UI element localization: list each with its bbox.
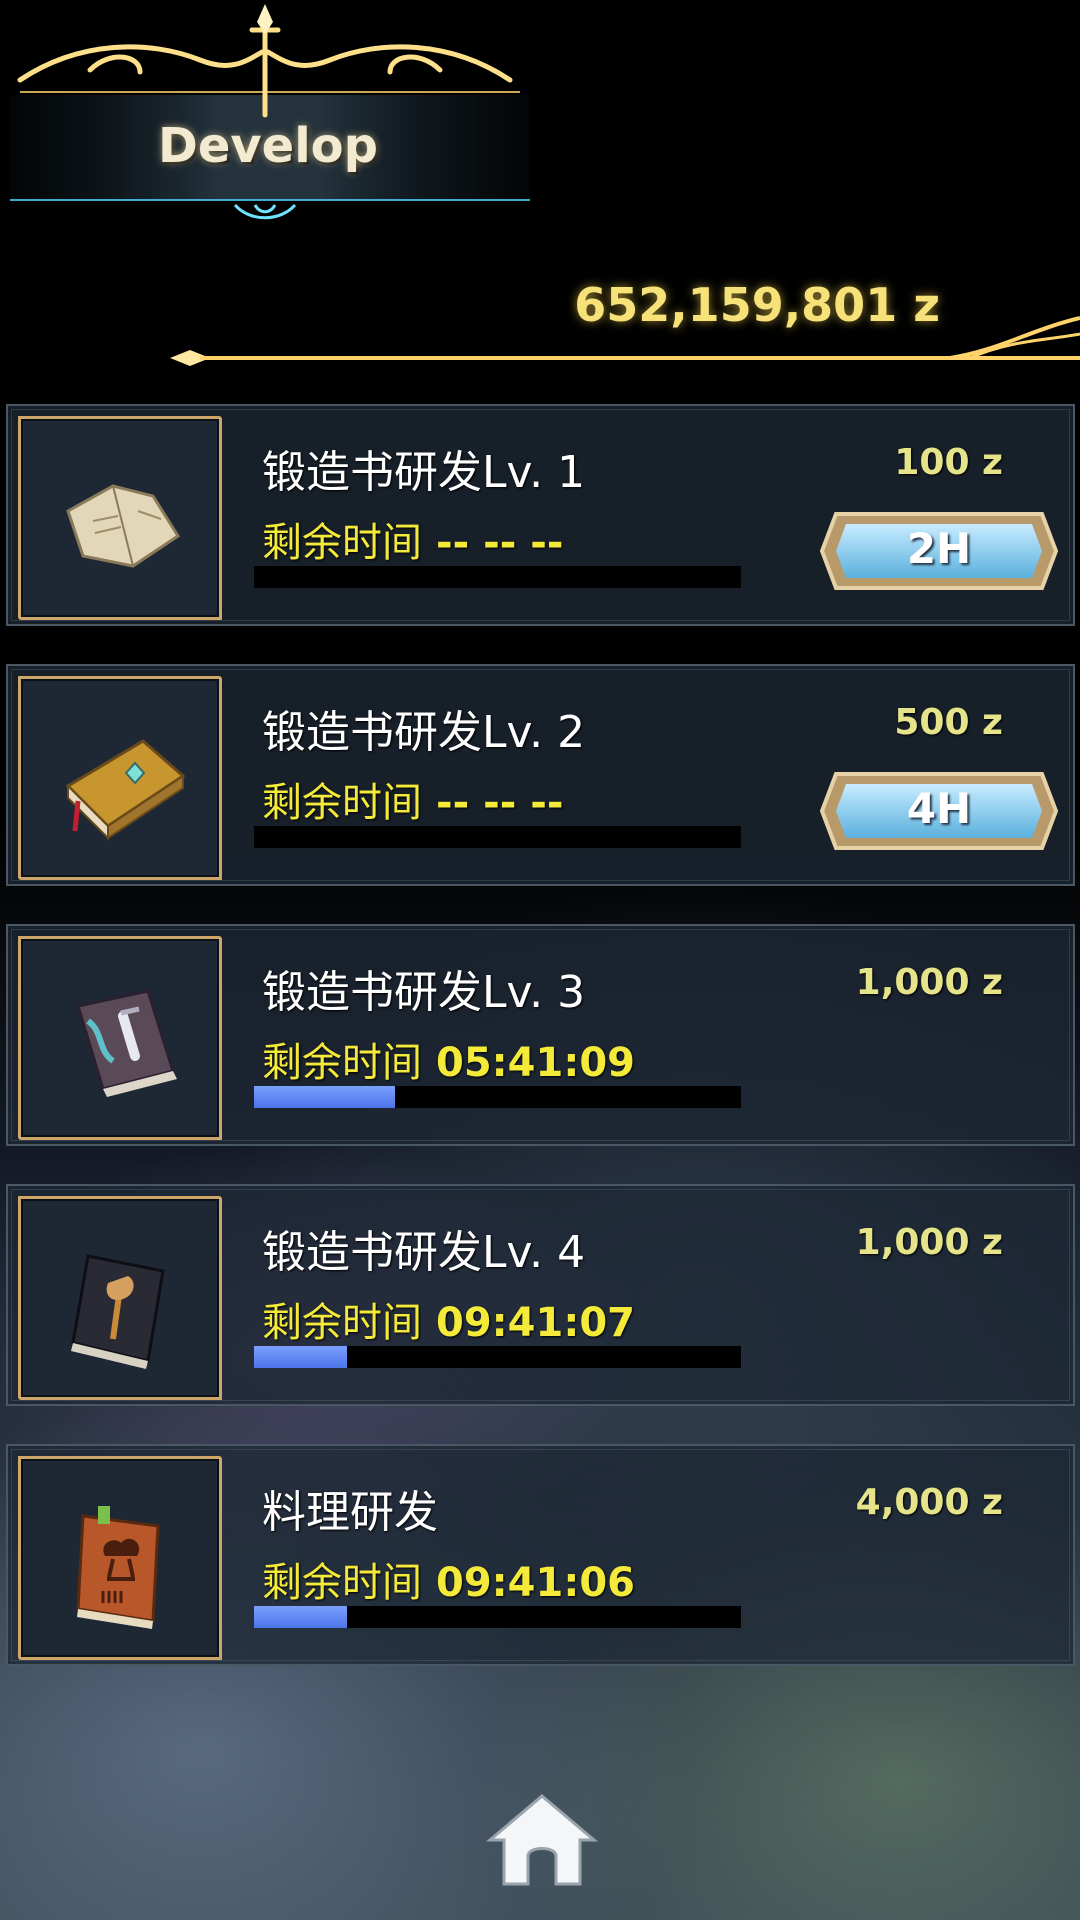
research-cost: 500 z — [894, 702, 1003, 743]
page-title: Develop — [157, 118, 379, 174]
golden-book-icon — [65, 739, 186, 841]
home-icon — [485, 1794, 599, 1886]
progress-bar — [254, 566, 741, 588]
axe-book-icon — [71, 1254, 165, 1369]
research-title: 锻造书研发Lv. 1 — [262, 447, 586, 498]
research-cost: 100 z — [894, 442, 1003, 483]
research-cost: 4,000 z — [855, 1482, 1003, 1523]
research-title: 锻造书研发Lv. 4 — [262, 1227, 586, 1278]
remaining-time: 剩余时间 09:41:06 — [262, 1560, 635, 1606]
sword-book-icon — [76, 989, 177, 1097]
progress-bar — [254, 1606, 741, 1628]
research-row-forge-lv4: 锻造书研发Lv. 4 剩余时间 09:41:07 1,000 z — [6, 1184, 1075, 1406]
research-title: 锻造书研发Lv. 3 — [262, 967, 586, 1018]
research-cost: 1,000 z — [855, 962, 1003, 1003]
item-frame — [18, 676, 222, 880]
title-plaque: Develop — [0, 0, 530, 230]
research-row-forge-lv3: 锻造书研发Lv. 3 剩余时间 05:41:09 1,000 z — [6, 924, 1075, 1146]
research-title: 料理研发 — [262, 1487, 438, 1538]
progress-bar — [254, 1346, 741, 1368]
start-research-button[interactable]: 4H — [816, 762, 1062, 860]
research-title: 锻造书研发Lv. 2 — [262, 707, 586, 758]
home-button[interactable] — [484, 1790, 600, 1890]
progress-bar — [254, 1086, 741, 1108]
research-row-cooking: 料理研发 剩余时间 09:41:06 4,000 z — [6, 1444, 1075, 1666]
research-row-forge-lv1: 锻造书研发Lv. 1 剩余时间 -- -- -- 100 z 2H — [6, 404, 1075, 626]
remaining-time: 剩余时间 -- -- -- — [262, 780, 564, 826]
currency-amount: 652,159,801 z — [574, 278, 940, 332]
remaining-time: 剩余时间 09:41:07 — [262, 1300, 635, 1346]
remaining-time: 剩余时间 05:41:09 — [262, 1040, 635, 1086]
progress-fill — [254, 1606, 347, 1628]
progress-bar — [254, 826, 741, 848]
item-frame — [18, 1456, 222, 1660]
research-row-forge-lv2: 锻造书研发Lv. 2 剩余时间 -- -- -- 500 z 4H — [6, 664, 1075, 886]
item-frame — [18, 416, 222, 620]
remaining-time: 剩余时间 -- -- -- — [262, 520, 564, 566]
progress-fill — [254, 1346, 347, 1368]
cooking-book-icon — [76, 1506, 160, 1629]
item-frame — [18, 1196, 222, 1400]
item-frame — [18, 936, 222, 1140]
tattered-scroll-book-icon — [66, 484, 181, 568]
start-research-button[interactable]: 2H — [816, 502, 1062, 600]
research-cost: 1,000 z — [855, 1222, 1003, 1263]
progress-fill — [254, 1086, 396, 1108]
